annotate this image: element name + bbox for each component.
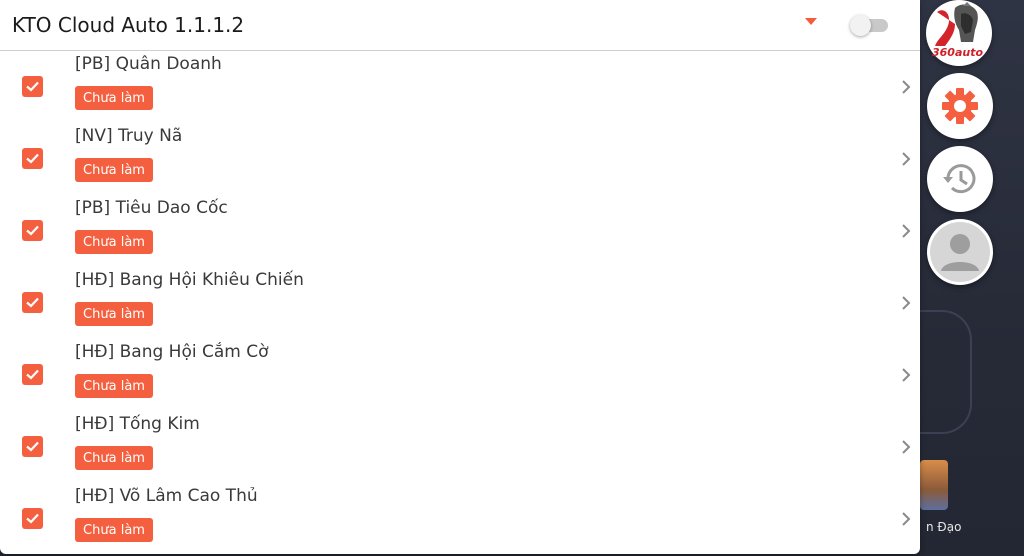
task-checkbox[interactable] bbox=[22, 220, 43, 241]
chevron-right-icon[interactable] bbox=[901, 367, 911, 383]
account-button[interactable] bbox=[927, 219, 993, 285]
task-row[interactable]: [PB] Quân Doanh Chưa làm bbox=[0, 51, 920, 123]
status-badge: Chưa làm bbox=[75, 158, 153, 182]
status-badge: Chưa làm bbox=[75, 230, 153, 254]
task-name: [NV] Truy Nã bbox=[75, 126, 183, 146]
panel-header: KTO Cloud Auto 1.1.1.2 bbox=[0, 0, 920, 51]
character-thumbnail bbox=[920, 460, 948, 510]
task-row[interactable]: [HĐ] Bang Hội Cắm Cờ Chưa làm bbox=[0, 339, 920, 411]
history-button[interactable] bbox=[927, 146, 993, 212]
status-badge: Chưa làm bbox=[75, 302, 153, 326]
settings-button[interactable] bbox=[927, 73, 993, 139]
task-row[interactable]: [NV] Truy Nã Chưa làm bbox=[0, 123, 920, 195]
status-badge: Chưa làm bbox=[75, 446, 153, 470]
logo-text: 360auto bbox=[932, 46, 984, 59]
chevron-right-icon[interactable] bbox=[901, 295, 911, 311]
task-checkbox[interactable] bbox=[22, 436, 43, 457]
checkmark-icon bbox=[26, 81, 39, 92]
background-label: n Đạo bbox=[926, 520, 962, 534]
task-checkbox[interactable] bbox=[22, 508, 43, 529]
gear-icon bbox=[942, 88, 978, 124]
task-checkbox[interactable] bbox=[22, 76, 43, 97]
toggle-thumb bbox=[850, 15, 871, 36]
task-checkbox[interactable] bbox=[22, 292, 43, 313]
warrior-logo-icon bbox=[935, 2, 978, 46]
chevron-right-icon[interactable] bbox=[901, 439, 911, 455]
task-row[interactable]: [HĐ] Tống Kim Chưa làm bbox=[0, 411, 920, 483]
app-logo-button[interactable]: 360auto bbox=[926, 0, 992, 66]
dropdown-caret-icon[interactable] bbox=[805, 18, 817, 25]
checkmark-icon bbox=[26, 441, 39, 452]
checkmark-icon bbox=[26, 297, 39, 308]
chevron-right-icon[interactable] bbox=[901, 511, 911, 527]
chevron-right-icon[interactable] bbox=[901, 223, 911, 239]
task-row[interactable]: [HĐ] Võ Lâm Cao Thủ Chưa làm bbox=[0, 483, 920, 554]
task-name: [HĐ] Bang Hội Cắm Cờ bbox=[75, 342, 269, 362]
task-list: [PB] Quân Doanh Chưa làm [NV] Truy Nã Ch… bbox=[0, 51, 920, 554]
task-row[interactable]: [PB] Tiêu Dao Cốc Chưa làm bbox=[0, 195, 920, 267]
user-icon bbox=[930, 222, 990, 282]
checkmark-icon bbox=[26, 225, 39, 236]
task-name: [PB] Quân Doanh bbox=[75, 54, 222, 74]
task-panel: KTO Cloud Auto 1.1.1.2 [PB] Quân Doanh C… bbox=[0, 0, 920, 554]
task-name: [HĐ] Bang Hội Khiêu Chiến bbox=[75, 270, 304, 290]
status-badge: Chưa làm bbox=[75, 374, 153, 398]
task-name: [HĐ] Võ Lâm Cao Thủ bbox=[75, 486, 258, 506]
task-name: [PB] Tiêu Dao Cốc bbox=[75, 198, 228, 218]
history-icon bbox=[943, 164, 976, 194]
task-name: [HĐ] Tống Kim bbox=[75, 414, 200, 434]
checkmark-icon bbox=[26, 513, 39, 524]
chevron-right-icon[interactable] bbox=[901, 79, 911, 95]
task-row[interactable]: [HĐ] Bang Hội Khiêu Chiến Chưa làm bbox=[0, 267, 920, 339]
status-badge: Chưa làm bbox=[75, 518, 153, 542]
task-checkbox[interactable] bbox=[22, 364, 43, 385]
checkmark-icon bbox=[26, 369, 39, 380]
status-badge: Chưa làm bbox=[75, 86, 153, 110]
task-checkbox[interactable] bbox=[22, 148, 43, 169]
app-title: KTO Cloud Auto 1.1.1.2 bbox=[12, 13, 245, 37]
chevron-right-icon[interactable] bbox=[901, 151, 911, 167]
checkmark-icon bbox=[26, 153, 39, 164]
enable-toggle[interactable] bbox=[850, 15, 888, 36]
